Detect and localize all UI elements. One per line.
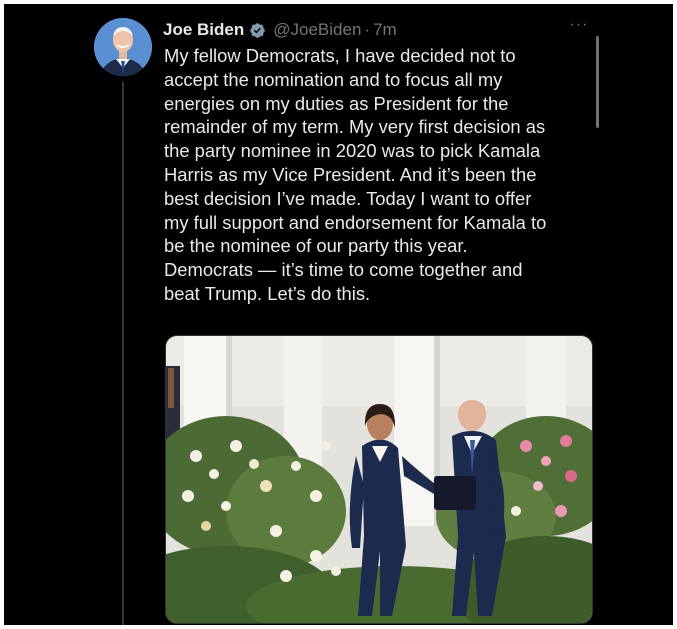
tweet-text-line: my full support and endorsement for Kama…: [164, 211, 547, 233]
tweet-text-line: remainder of my term. My very first deci…: [164, 116, 546, 138]
tweet-text-line: best decision I’ve made. Today I want to…: [164, 187, 532, 209]
tweet-text-line: be the nominee of our party this year.: [164, 235, 468, 257]
thread-line: [122, 82, 124, 625]
tweet-text-line: beat Trump. Let’s do this.: [164, 282, 371, 304]
tweet-text-line: My fellow Democrats, I have decided not …: [164, 45, 516, 66]
tweet-text-line: energies on my duties as President for t…: [164, 92, 509, 114]
tweet-text: My fellow Democrats, I have decided not …: [164, 44, 594, 306]
author-name[interactable]: Joe Biden: [163, 20, 244, 40]
tweet-photo[interactable]: [165, 335, 593, 624]
separator-dot: ·: [364, 20, 371, 39]
verified-badge-icon[interactable]: [249, 22, 266, 39]
scrollbar[interactable]: [596, 36, 599, 128]
tweet-card: Joe Biden @JoeBiden · 7m ··· My fellow D…: [4, 4, 673, 625]
tweet-header: Joe Biden @JoeBiden · 7m: [163, 17, 603, 43]
tweet-text-line: the party nominee in 2020 was to pick Ka…: [164, 140, 541, 162]
post-time[interactable]: 7m: [373, 20, 397, 40]
tweet-text-line: Harris as my Vice President. And it’s be…: [164, 163, 537, 185]
more-options-icon[interactable]: ···: [567, 17, 591, 34]
avatar[interactable]: [94, 18, 152, 76]
author-handle[interactable]: @JoeBiden: [273, 20, 361, 40]
tweet-text-line: Democrats — it’s time to come together a…: [164, 259, 523, 281]
tweet-text-line: accept the nomination and to focus all m…: [164, 68, 503, 90]
